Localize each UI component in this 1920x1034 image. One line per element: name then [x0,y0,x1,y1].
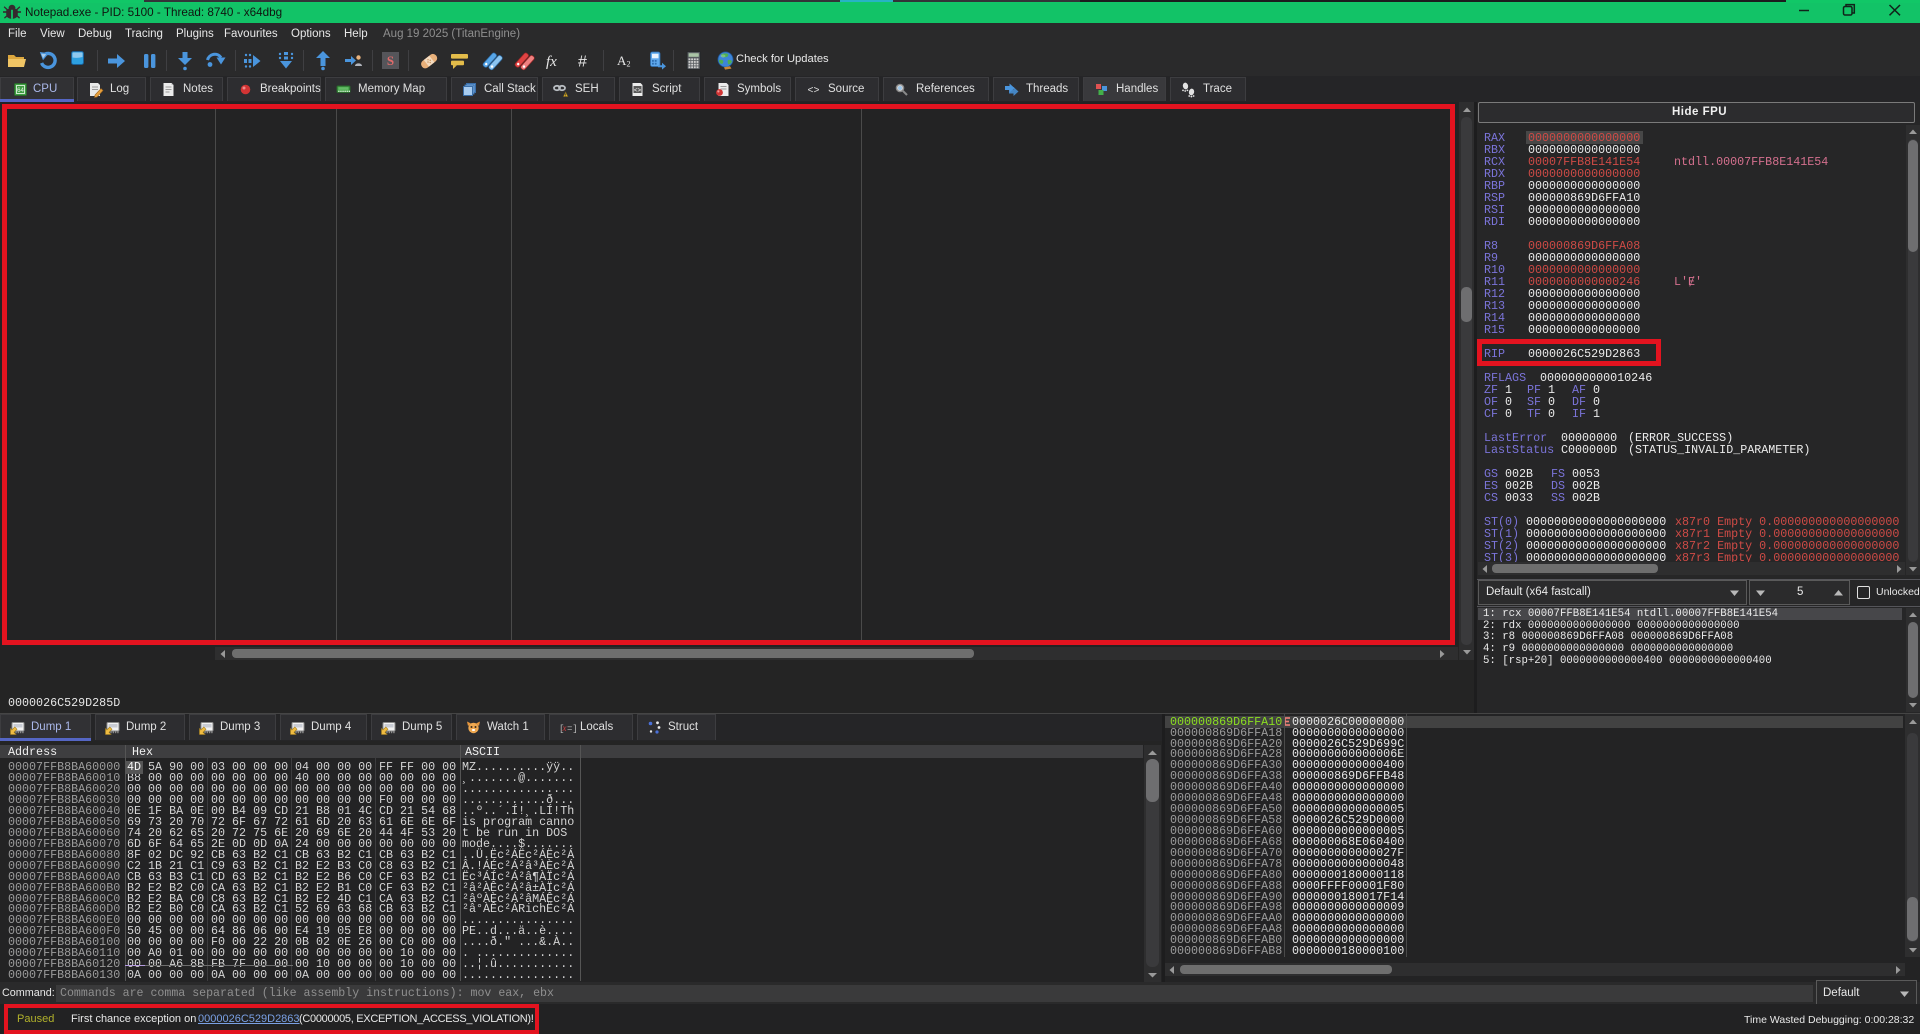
svg-text:#: # [578,54,587,71]
svg-text:=]: =] [567,724,578,734]
svg-text:<>: <> [634,87,642,94]
svg-text:S: S [387,53,394,68]
svg-text:x: x [562,723,567,733]
svg-text:A: A [617,53,627,68]
svg-text:64: 64 [17,88,24,94]
svg-text:fx: fx [546,54,557,70]
svg-text:<>: <> [807,86,819,97]
svg-text:2: 2 [627,60,631,69]
